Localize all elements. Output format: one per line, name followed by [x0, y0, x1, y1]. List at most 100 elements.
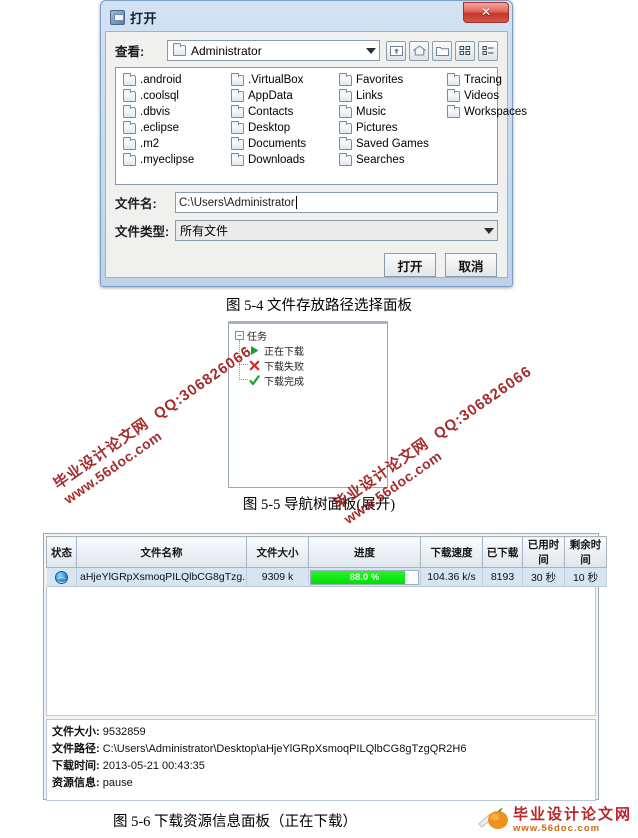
column-header-progress[interactable]: 进度: [308, 536, 421, 568]
download-table-empty-area[interactable]: [46, 587, 596, 716]
column-header-speed[interactable]: 下载速度: [420, 536, 483, 568]
file-name-input[interactable]: C:\Users\Administrator: [175, 192, 498, 213]
info-line-filesize: 文件大小: 9532859: [52, 724, 590, 741]
folder-icon: [123, 104, 136, 118]
folder-icon: [339, 136, 352, 150]
list-item[interactable]: Pictures: [338, 120, 446, 136]
info-label-downloadtime: 下载时间:: [52, 760, 100, 772]
list-item[interactable]: Links: [338, 88, 446, 104]
info-label-resourceinfo: 资源信息:: [52, 777, 100, 789]
look-in-combo[interactable]: Administrator: [167, 40, 380, 61]
dialog-title-bar[interactable]: 打开 ✕: [104, 2, 509, 31]
watermark-line2: QQ:306826066: [430, 362, 536, 443]
list-item[interactable]: .eclipse: [122, 120, 230, 136]
folder-icon: [123, 72, 136, 86]
list-item[interactable]: .m2: [122, 136, 230, 152]
list-item[interactable]: Documents: [230, 136, 338, 152]
folder-icon: [173, 43, 186, 56]
up-one-level-button[interactable]: [386, 40, 406, 61]
info-line-filepath: 文件路径: C:\Users\Administrator\Desktop\aHj…: [52, 741, 590, 758]
table-row[interactable]: aHjeYlGRpXsmoqPILQlbCG8gTzg... 9309 k 88…: [46, 567, 607, 587]
file-type-combo[interactable]: 所有文件: [175, 220, 498, 241]
list-item[interactable]: Downloads: [230, 152, 338, 168]
list-item[interactable]: AppData: [230, 88, 338, 104]
folder-icon: [123, 88, 136, 102]
close-button[interactable]: ✕: [463, 2, 509, 23]
tree-item-downloading[interactable]: 正在下载: [249, 343, 304, 358]
column-header-filesize[interactable]: 文件大小: [246, 536, 309, 568]
list-item[interactable]: Music: [338, 104, 446, 120]
tree-collapse-toggle[interactable]: −: [235, 331, 244, 340]
list-item[interactable]: Searches: [338, 152, 446, 168]
column-header-remaining[interactable]: 剩余时间: [564, 536, 607, 568]
list-item[interactable]: Workspaces: [446, 104, 554, 120]
caption-fig-5-6: 图 5-6 下载资源信息面板（正在下载）: [112, 814, 358, 830]
list-view-button[interactable]: [455, 40, 475, 61]
open-file-dialog: 打开 ✕ 查看: Administrator .android .coolsql…: [100, 0, 527, 290]
info-line-resourceinfo: 资源信息: pause: [52, 775, 590, 792]
folder-icon: [123, 136, 136, 150]
details-view-button[interactable]: [478, 40, 498, 61]
info-label-filesize: 文件大小:: [52, 726, 100, 738]
column-header-elapsed[interactable]: 已用时间: [522, 536, 565, 568]
folder-icon: [123, 152, 136, 166]
file-name: .myeclipse: [140, 154, 195, 166]
tree-item-failed[interactable]: 下载失败: [249, 358, 304, 373]
column-header-filename[interactable]: 文件名称: [76, 536, 247, 568]
file-name: Documents: [248, 138, 307, 150]
file-name: .android: [140, 74, 182, 86]
download-detail-info: 文件大小: 9532859 文件路径: C:\Users\Administrat…: [46, 719, 596, 801]
file-name: Searches: [356, 154, 405, 166]
list-item[interactable]: .android: [122, 72, 230, 88]
list-item[interactable]: Tracing: [446, 72, 554, 88]
folder-icon: [231, 104, 244, 118]
dialog-window-frame: 打开 ✕ 查看: Administrator .android .coolsql…: [100, 0, 527, 287]
home-button[interactable]: [409, 40, 429, 61]
folder-icon: [339, 120, 352, 134]
cell-filename: aHjeYlGRpXsmoqPILQlbCG8gTzg...: [76, 567, 247, 587]
column-header-status[interactable]: 状态: [46, 536, 77, 568]
file-name: .VirtualBox: [248, 74, 304, 86]
list-item[interactable]: Videos: [446, 88, 554, 104]
list-item[interactable]: Contacts: [230, 104, 338, 120]
cell-downloaded: 8193: [482, 567, 523, 587]
tree-elbow-line: [239, 349, 248, 350]
dialog-content: 查看: Administrator .android .coolsql .dbv…: [105, 31, 527, 278]
list-item[interactable]: .myeclipse: [122, 152, 230, 168]
file-name: Tracing: [464, 74, 502, 86]
tree-elbow-line: [239, 364, 248, 365]
caption-fig-5-5: 图 5-5 导航树面板(展开): [242, 497, 396, 513]
progress-bar: 88.0 %: [310, 569, 419, 585]
globe-icon: [54, 570, 68, 584]
list-item[interactable]: Saved Games: [338, 136, 446, 152]
dialog-title: 打开: [130, 11, 158, 26]
folder-icon: [231, 72, 244, 86]
folder-icon: [447, 104, 460, 118]
download-info-panel: 状态 文件名称 文件大小 进度 下载速度 已下载 已用时间 剩余时间 aHjeY…: [43, 533, 607, 801]
list-item[interactable]: Favorites: [338, 72, 446, 88]
open-button[interactable]: 打开: [384, 253, 436, 277]
look-in-row: 查看: Administrator: [106, 32, 507, 67]
list-item[interactable]: .coolsql: [122, 88, 230, 104]
list-item[interactable]: .VirtualBox: [230, 72, 338, 88]
list-item[interactable]: Desktop: [230, 120, 338, 136]
new-folder-button[interactable]: [432, 40, 452, 61]
cell-elapsed: 30 秒: [522, 567, 565, 587]
tree-elbow-line: [239, 379, 248, 380]
tree-item-completed[interactable]: 下载完成: [249, 373, 304, 388]
file-list[interactable]: .android .coolsql .dbvis .eclipse .m2 .m…: [115, 67, 527, 185]
file-name-row: 文件名: C:\Users\Administrator: [106, 185, 507, 213]
tree-item-label: 下载失败: [264, 362, 304, 373]
list-item[interactable]: .dbvis: [122, 104, 230, 120]
chevron-down-icon[interactable]: [484, 227, 494, 234]
column-header-downloaded[interactable]: 已下载: [482, 536, 523, 568]
tree-item-label: 下载完成: [264, 377, 304, 388]
dialog-toolbar: [386, 40, 498, 61]
info-label-filepath: 文件路径:: [52, 743, 100, 755]
cancel-button[interactable]: 取消: [445, 253, 497, 277]
folder-icon: [231, 88, 244, 102]
chevron-down-icon[interactable]: [366, 47, 376, 54]
file-name: Favorites: [356, 74, 404, 86]
look-in-label: 查看:: [115, 45, 145, 59]
folder-icon: [231, 152, 244, 166]
